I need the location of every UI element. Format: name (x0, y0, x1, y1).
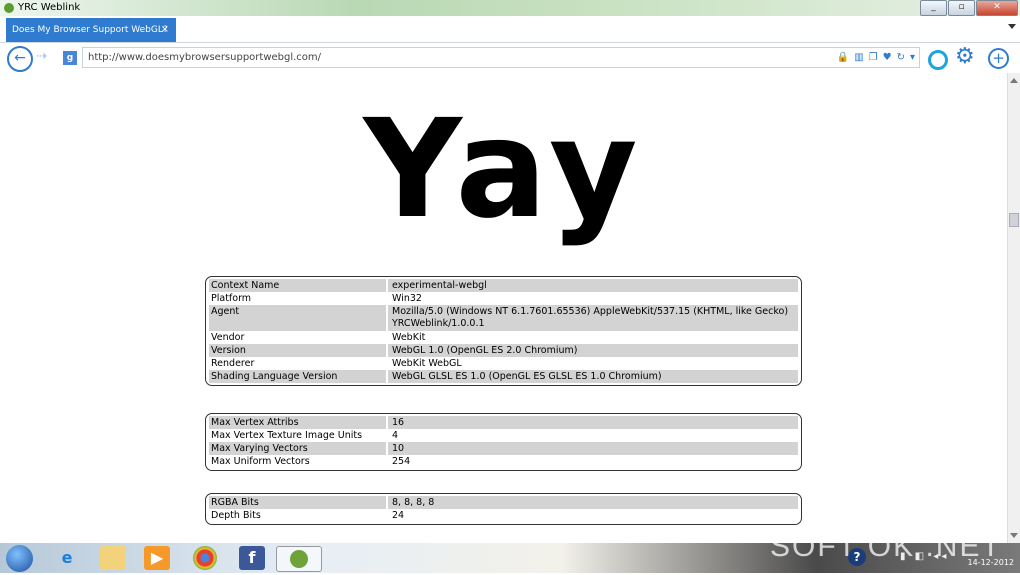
property-name: Max Varying Vectors (211, 443, 308, 454)
table-row: Renderer WebKit WebGL (209, 357, 798, 370)
property-name: Agent (211, 306, 240, 317)
refresh-icon[interactable]: ↻ (897, 48, 905, 67)
property-name: Max Vertex Texture Image Units (211, 430, 363, 441)
table-row: Max Vertex Texture Image Units 4 (209, 429, 798, 442)
scroll-down-icon[interactable] (1010, 533, 1018, 538)
address-bar[interactable]: http://www.doesmybrowsersupportwebgl.com… (82, 47, 920, 68)
property-name: Renderer (211, 358, 255, 369)
property-value: WebGL 1.0 (OpenGL ES 2.0 Chromium) (386, 344, 798, 357)
ring-icon[interactable] (928, 50, 948, 70)
property-value: 4 (386, 429, 798, 442)
facebook-icon[interactable]: f (239, 546, 265, 570)
property-value: 10 (386, 442, 798, 455)
forward-button[interactable]: ⇢ (36, 49, 47, 64)
tab-close-icon[interactable]: × (161, 18, 169, 42)
yrc-app-icon (290, 550, 308, 568)
window-title: YRC Weblink (18, 2, 81, 13)
maximize-button[interactable]: ▫ (948, 0, 975, 16)
property-value: Mozilla/5.0 (Windows NT 6.1.7601.65536) … (386, 305, 798, 331)
table-row: Vendor WebKit (209, 331, 798, 344)
window-title-bar: YRC Weblink _ ▫ ✕ (0, 0, 1020, 16)
new-tab-button[interactable]: + (988, 48, 1009, 69)
tab-list-dropdown-icon[interactable] (1008, 24, 1016, 29)
table-row: Max Uniform Vectors 254 (209, 455, 798, 468)
property-name: Version (211, 345, 246, 356)
navigation-toolbar: ← ⇢ g http://www.doesmybrowsersupportweb… (0, 43, 1020, 73)
scroll-thumb[interactable] (1009, 213, 1019, 227)
property-value: 254 (386, 455, 798, 468)
yrc-app-icon (4, 3, 14, 13)
minimize-button[interactable]: _ (920, 0, 947, 16)
tab-webgl[interactable]: Does My Browser Support WebGL? × (6, 18, 176, 42)
watermark: SOFT OK .NET (770, 530, 1002, 563)
scroll-up-icon[interactable] (1010, 78, 1018, 83)
table-row: Shading Language Version WebGL GLSL ES 1.… (209, 370, 798, 383)
table-row: Max Varying Vectors 10 (209, 442, 798, 455)
context-info-table: Context Name experimental-webgl Platform Wi… (205, 276, 802, 386)
vertical-scrollbar[interactable] (1007, 73, 1020, 543)
property-value: 24 (386, 509, 798, 522)
search-engine-icon[interactable]: g (63, 51, 77, 65)
table-row: Platform Win32 (209, 292, 798, 305)
table-row: Context Name experimental-webgl (209, 279, 798, 292)
start-button[interactable] (6, 545, 33, 572)
close-window-button[interactable]: ✕ (976, 0, 1018, 16)
property-name: Max Uniform Vectors (211, 456, 310, 467)
back-button[interactable]: ← (7, 46, 33, 72)
media-player-icon[interactable]: ▶ (144, 546, 170, 570)
property-name: Vendor (211, 332, 245, 343)
yrc-weblink-taskbar-button[interactable] (276, 546, 322, 572)
property-value: WebKit (386, 331, 798, 344)
property-name: Max Vertex Attribs (211, 417, 299, 428)
table-row: Depth Bits 24 (209, 509, 798, 522)
gear-icon[interactable]: ⚙ (955, 45, 975, 69)
property-name: Shading Language Version (211, 371, 338, 382)
address-bar-icons: 🔒 ▥ ❐ ♥ ↻ ▾ (837, 48, 915, 67)
property-value: Win32 (386, 292, 798, 305)
property-value: 8, 8, 8, 8 (386, 496, 798, 509)
table-row: Version WebGL 1.0 (OpenGL ES 2.0 Chromium… (209, 344, 798, 357)
chevron-down-icon[interactable]: ▾ (910, 48, 915, 67)
tab-label: Does My Browser Support WebGL? (12, 25, 168, 35)
heart-icon[interactable]: ♥ (883, 48, 892, 67)
table-row: RGBA Bits 8, 8, 8, 8 (209, 496, 798, 509)
property-value: WebKit WebGL (386, 357, 798, 370)
property-name: Platform (211, 293, 252, 304)
file-explorer-icon[interactable] (100, 546, 126, 570)
lock-icon[interactable]: 🔒 (837, 48, 849, 67)
page-content: Yay Context Name experimental-webgl Platfo… (0, 73, 1007, 543)
property-name: Context Name (211, 280, 280, 291)
bits-info-table: RGBA Bits 8, 8, 8, 8 Depth Bits 24 (205, 493, 802, 525)
property-value: experimental-webgl (386, 279, 798, 292)
grid-icon[interactable]: ▥ (854, 48, 863, 67)
chrome-icon[interactable] (193, 546, 217, 570)
property-name: RGBA Bits (211, 497, 259, 508)
url-text[interactable]: http://www.doesmybrowsersupportwebgl.com… (88, 52, 321, 63)
headline: Yay (363, 91, 644, 249)
window-controls: _ ▫ ✕ (919, 0, 1018, 16)
limits-info-table: Max Vertex Attribs 16 Max Vertex Texture I… (205, 413, 802, 471)
window-icon[interactable]: ❐ (869, 48, 878, 67)
table-row: Agent Mozilla/5.0 (Windows NT 6.1.7601.65… (209, 305, 798, 331)
property-name: Depth Bits (211, 510, 261, 521)
property-value: 16 (386, 416, 798, 429)
internet-explorer-icon[interactable]: e (54, 546, 80, 570)
property-value: WebGL GLSL ES 1.0 (OpenGL ES GLSL ES 1.0… (386, 370, 798, 383)
table-row: Max Vertex Attribs 16 (209, 416, 798, 429)
tab-bar: Does My Browser Support WebGL? × (0, 16, 1020, 43)
